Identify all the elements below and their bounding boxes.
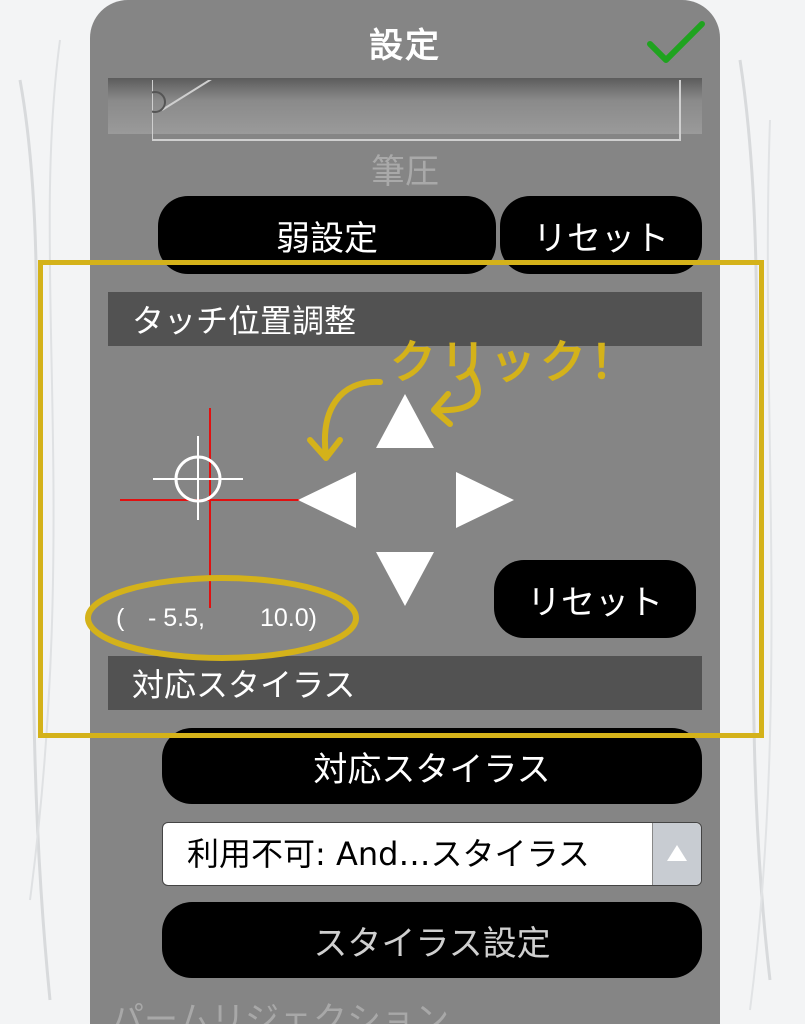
- stylus-settings-button[interactable]: スタイラス設定: [162, 902, 702, 978]
- stylus-select[interactable]: 利用不可: And…スタイラス: [162, 822, 702, 886]
- touch-reset-button[interactable]: リセット: [494, 560, 696, 638]
- arrow-right-icon[interactable]: [454, 470, 516, 530]
- pressure-curve-graph[interactable]: [152, 80, 682, 142]
- select-toggle-button[interactable]: [652, 823, 701, 885]
- palm-rejection-label: パームリジェクション: [110, 1000, 449, 1024]
- arrow-up-icon[interactable]: [374, 392, 436, 450]
- offset-open-paren: (: [116, 604, 125, 632]
- checkmark-icon[interactable]: [646, 20, 706, 64]
- stylus-select-value: 利用不可: And…スタイラス: [187, 835, 590, 873]
- settings-dialog: 設定 筆圧 弱設定 リセット タッチ位置調整 ( - 5.5, 10.0) リセ…: [90, 0, 720, 1024]
- offset-y-value: 10.0): [260, 604, 317, 632]
- dialog-title: 設定: [369, 26, 441, 66]
- stylus-header: 対応スタイラス: [108, 656, 702, 710]
- pressure-label: 筆圧: [371, 152, 439, 192]
- supported-stylus-button[interactable]: 対応スタイラス: [162, 728, 702, 804]
- offset-x-value: - 5.5,: [148, 604, 205, 632]
- arrow-down-icon[interactable]: [374, 550, 436, 608]
- weak-setting-button[interactable]: 弱設定: [158, 196, 496, 274]
- click-annotation: クリック！: [390, 335, 640, 389]
- triangle-up-icon: [667, 845, 687, 861]
- pressure-reset-button[interactable]: リセット: [500, 196, 702, 274]
- offset-readout: ( - 5.5, 10.0): [116, 600, 356, 640]
- arrow-left-icon[interactable]: [296, 470, 358, 530]
- crosshair-icon: [120, 408, 305, 608]
